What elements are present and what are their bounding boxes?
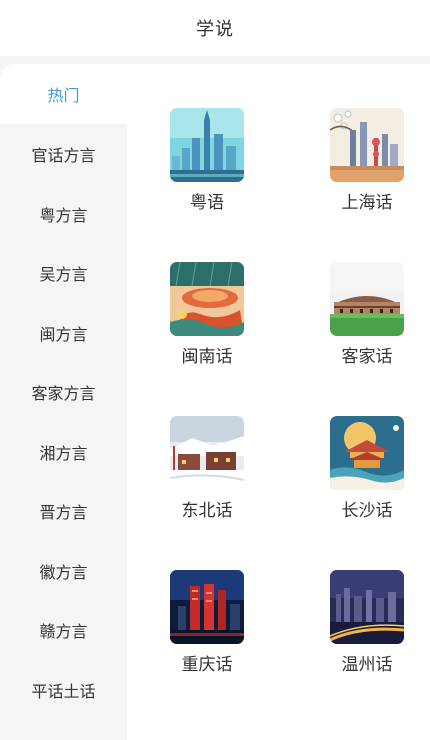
dialect-card-shanghainese[interactable]: 上海话 — [313, 108, 423, 228]
dialect-label: 粤语 — [190, 193, 224, 213]
dialect-card-minnan[interactable]: 闽南话 — [153, 262, 263, 382]
dialect-label: 温州话 — [341, 655, 393, 675]
sidebar-item-pinghua[interactable]: 平话土话 — [0, 660, 127, 720]
sidebar-item-min[interactable]: 闽方言 — [0, 303, 127, 363]
dialect-grid: 粤语 上海话 闽南话 客家话 东北话 长沙话 重庆话 温州话 — [127, 64, 430, 740]
sidebar-item-wu[interactable]: 吴方言 — [0, 243, 127, 303]
dialect-card-northeast[interactable]: 东北话 — [153, 416, 263, 536]
dialect-label: 长沙话 — [341, 501, 393, 521]
sidebar-item-mandarin[interactable]: 官话方言 — [0, 124, 127, 184]
sidebar-item-yue[interactable]: 粤方言 — [0, 184, 127, 244]
top-header: 学说 — [0, 0, 430, 56]
snowy-town-icon — [170, 416, 244, 490]
guangzhou-city-icon — [170, 108, 244, 182]
sidebar-item-gan[interactable]: 赣方言 — [0, 600, 127, 660]
sidebar-item-xiang[interactable]: 湘方言 — [0, 422, 127, 482]
shanghai-skyline-icon — [330, 108, 404, 182]
hakka-tulou-icon — [330, 262, 404, 336]
dialect-card-hakka[interactable]: 客家话 — [313, 262, 423, 382]
sidebar-item-hui[interactable]: 徽方言 — [0, 541, 127, 601]
wenzhou-night-icon — [330, 570, 404, 644]
tulou-illustration-icon — [170, 262, 244, 336]
sidebar-item-hot[interactable]: 热门 — [0, 64, 127, 124]
dialect-label: 客家话 — [341, 347, 393, 367]
dialect-category-sidebar: 热门 官话方言 粤方言 吴方言 闽方言 客家方言 湘方言 晋方言 徽方言 赣方言… — [0, 64, 127, 740]
chongqing-night-icon — [170, 570, 244, 644]
dialect-card-cantonese[interactable]: 粤语 — [153, 108, 263, 228]
dialect-label: 上海话 — [341, 193, 393, 213]
dialect-label: 重庆话 — [181, 655, 233, 675]
changsha-pavilion-icon — [330, 416, 404, 490]
dialect-card-changsha[interactable]: 长沙话 — [313, 416, 423, 536]
sidebar-item-hakka[interactable]: 客家方言 — [0, 362, 127, 422]
dialect-card-chongqing[interactable]: 重庆话 — [153, 570, 263, 690]
page-title: 学说 — [196, 19, 234, 40]
dialect-label: 闽南话 — [181, 347, 233, 367]
sidebar-item-jin[interactable]: 晋方言 — [0, 481, 127, 541]
dialect-label: 东北话 — [181, 501, 233, 521]
dialect-card-wenzhou[interactable]: 温州话 — [313, 570, 423, 690]
